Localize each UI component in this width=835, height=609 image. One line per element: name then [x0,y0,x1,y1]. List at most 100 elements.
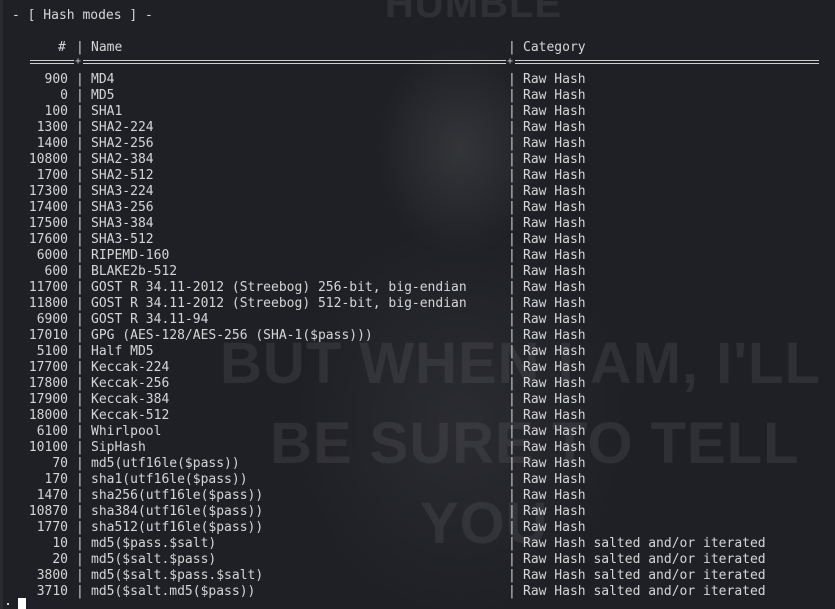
column-divider: | [508,392,516,407]
header-separator [30,58,74,64]
hash-mode-number: 5100 [36,344,68,359]
column-divider: | [508,328,516,343]
table-row: 17300 | SHA3-224 | Raw Hash [0,184,835,200]
terminal-window[interactable]: HUMBLE BUT WHEN I AM, I'LL BE SURE TO TE… [0,0,835,609]
column-divider: | [508,440,516,455]
hash-mode-number: 17400 [28,200,68,215]
column-divider: | [508,136,516,151]
column-divider: | [508,232,516,247]
column-divider: | [508,504,516,519]
table-row: 10800 | SHA2-384 | Raw Hash [0,152,835,168]
column-divider: | [508,168,516,183]
hash-mode-name: GPG (AES-128/AES-256 (SHA-1($pass))) [91,328,373,343]
hash-mode-name: SHA2-256 [91,136,154,151]
hash-mode-name: Half MD5 [91,344,154,359]
hash-mode-name: MD5 [91,88,115,103]
hash-mode-name: Whirlpool [91,424,162,439]
hash-mode-name: GOST R 34.11-2012 (Streebog) 512-bit, bi… [91,296,467,311]
hash-mode-name: Keccak-512 [91,408,170,423]
table-row: 1700 | SHA2-512 | Raw Hash [0,168,835,184]
hash-mode-number: 11700 [28,280,68,295]
hash-mode-name: SHA3-384 [91,216,154,231]
column-divider: | [508,280,516,295]
hash-mode-name: Keccak-224 [91,360,170,375]
column-divider: | [508,568,516,583]
hash-mode-category: Raw Hash [523,120,586,135]
terminal-cursor[interactable] [18,598,26,609]
hash-modes-table: 900 | MD4 | Raw Hash 0 | MD5 | Raw Hash 100 | SHA1 | R… [0,72,835,600]
column-divider: | [508,536,516,551]
table-row: 5100 | Half MD5 | Raw Hash [0,344,835,360]
hash-mode-category: Raw Hash [523,392,586,407]
hash-mode-number: 6000 [36,248,68,263]
table-row: 900 | MD4 | Raw Hash [0,72,835,88]
table-row: 170 | sha1(utf16le($pass)) | Raw Hash [0,472,835,488]
hash-mode-category: Raw Hash [523,168,586,183]
column-divider: | [508,104,516,119]
column-divider: | [76,456,84,471]
column-divider: | [76,472,84,487]
column-divider: | [508,360,516,375]
prompt-dot [7,603,9,605]
hash-mode-name: Keccak-384 [91,392,170,407]
hash-mode-name: BLAKE2b-512 [91,264,178,279]
column-divider: | [76,264,84,279]
column-divider: | [76,216,84,231]
hash-mode-number: 17010 [28,328,68,343]
column-divider: | [508,520,516,535]
column-divider: | [76,536,84,551]
table-row: 17500 | SHA3-384 | Raw Hash [0,216,835,232]
hash-mode-number: 18000 [28,408,68,423]
column-divider: | [508,120,516,135]
table-row: 1770 | sha512(utf16le($pass)) | Raw Hash [0,520,835,536]
hash-mode-name: GOST R 34.11-2012 (Streebog) 256-bit, bi… [91,280,467,295]
column-divider: | [76,520,84,535]
column-divider: | [76,360,84,375]
column-divider: | [76,200,84,215]
hash-mode-category: Raw Hash [523,424,586,439]
table-row: 3710 | md5($salt.md5($pass)) | Raw Hash salt… [0,584,835,600]
hash-mode-number: 900 [44,72,68,87]
hash-mode-name: sha1(utf16le($pass)) [91,472,248,487]
hash-mode-name: md5($salt.md5($pass)) [91,584,256,599]
column-divider: | [508,216,516,231]
table-row: 11700 | GOST R 34.11-2012 (Streebog) 256-b… [0,280,835,296]
hash-mode-number: 1770 [36,520,68,535]
column-header-name: Name [91,40,123,55]
table-row: 17600 | SHA3-512 | Raw Hash [0,232,835,248]
hash-mode-name: md5($salt.$pass) [91,552,217,567]
column-divider: | [76,488,84,503]
hash-mode-category: Raw Hash [523,328,586,343]
hash-mode-number: 10870 [28,504,68,519]
hash-mode-number: 6100 [36,424,68,439]
column-divider: | [76,168,84,183]
table-row: 17800 | Keccak-256 | Raw Hash [0,376,835,392]
column-divider: | [76,328,84,343]
hash-mode-name: Keccak-256 [91,376,170,391]
column-divider: | [76,72,84,87]
column-divider: | [508,424,516,439]
column-divider: | [76,440,84,455]
column-divider: | [508,296,516,311]
hash-mode-number: 17300 [28,184,68,199]
separator-junction: + [75,56,82,67]
column-divider: | [76,136,84,151]
hash-mode-name: SHA2-384 [91,152,154,167]
table-row: 10100 | SipHash | Raw Hash [0,440,835,456]
hash-mode-name: SipHash [91,440,146,455]
column-divider: | [508,40,516,55]
table-row: 1400 | SHA2-256 | Raw Hash [0,136,835,152]
hash-mode-number: 1700 [36,168,68,183]
table-row: 10 | md5($pass.$salt) | Raw Hash salted and/… [0,536,835,552]
column-divider: | [508,344,516,359]
hash-mode-category: Raw Hash [523,280,586,295]
header-separator [83,58,506,64]
column-divider: | [508,200,516,215]
hash-mode-category: Raw Hash [523,520,586,535]
hash-mode-category: Raw Hash [523,200,586,215]
column-divider: | [76,184,84,199]
table-row: 17010 | GPG (AES-128/AES-256 (SHA-1($pass)… [0,328,835,344]
hash-mode-category: Raw Hash [523,248,586,263]
hash-mode-number: 6900 [36,312,68,327]
column-divider: | [508,264,516,279]
